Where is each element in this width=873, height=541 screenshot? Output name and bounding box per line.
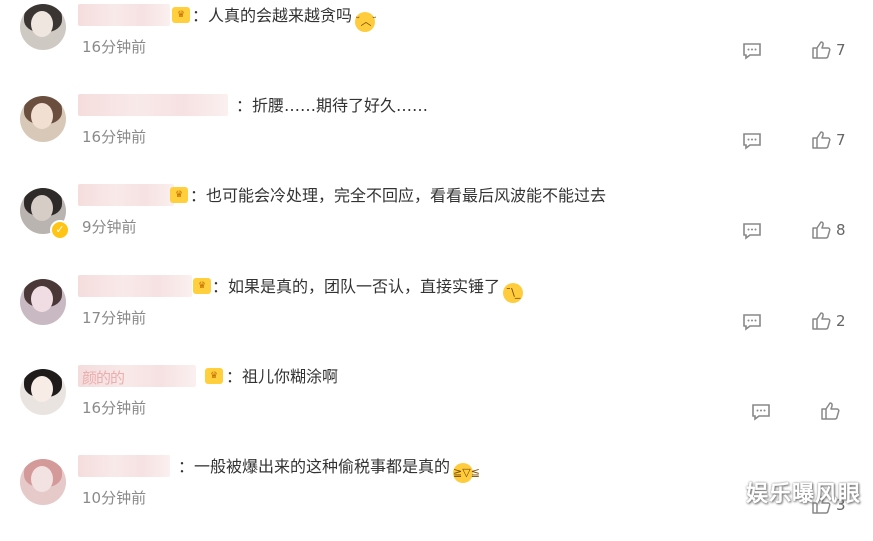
avatar[interactable]: [20, 459, 66, 505]
like-count: 7: [836, 131, 846, 149]
comment-timestamp: 9分钟前: [82, 218, 137, 236]
like-count: 2: [836, 312, 846, 330]
fan-level-badge: ♛: [193, 278, 211, 294]
username-blurred[interactable]: [78, 94, 228, 116]
comment-timestamp: 10分钟前: [82, 489, 147, 507]
comment-text: ：祖儿你糊涂啊: [226, 367, 339, 386]
comment-text: ：折腰……期待了好久……: [236, 96, 429, 115]
comment-text: ：也可能会冷处理，完全不回应，看看最后风波能不能过去: [190, 186, 607, 205]
reply-icon[interactable]: [751, 403, 771, 421]
comment-timestamp: 16分钟前: [82, 38, 147, 56]
comment-item: ♛ ：如果是真的，团队一否认，直接实锤了 ¯\_ 17分钟前 2: [0, 271, 873, 361]
username-blurred[interactable]: [78, 275, 192, 297]
comment-timestamp: 17分钟前: [82, 309, 147, 327]
comment-timestamp: 16分钟前: [82, 128, 147, 146]
comment-text: ：如果是真的，团队一否认，直接实锤了 ¯\_: [212, 277, 524, 303]
thumbs-up-icon[interactable]: [811, 311, 831, 331]
comment-item: ：一般被爆出来的这种偷税事都是真的 ≧▽≦ 10分钟前 3: [0, 451, 873, 541]
verified-badge-icon: ✓: [50, 220, 70, 240]
thumbs-up-icon[interactable]: [811, 220, 831, 240]
like-count: 8: [836, 221, 846, 239]
avatar[interactable]: [20, 369, 66, 415]
shrug-emoji-icon: ¯\_: [503, 283, 524, 303]
comment-item: ✓ ♛ ：也可能会冷处理，完全不回应，看看最后风波能不能过去 9分钟前 8: [0, 180, 873, 270]
comment-item: ♛ ：人真的会越来越贪吗 ˘︿˘ 16分钟前 7: [0, 0, 873, 90]
watermark: 娱乐曝风眼: [745, 482, 861, 507]
fan-level-badge: ♛: [172, 7, 190, 23]
username-blurred[interactable]: [78, 184, 174, 206]
fan-level-badge: ♛: [205, 368, 223, 384]
comment-item: 颜的的 ♛ ：祖儿你糊涂啊 16分钟前: [0, 361, 873, 451]
comment-timestamp: 16分钟前: [82, 399, 147, 417]
reply-icon[interactable]: [742, 222, 762, 240]
reply-icon[interactable]: [742, 132, 762, 150]
thumbs-up-icon[interactable]: [811, 40, 831, 60]
laughing-crying-emoji-icon: ≧▽≦: [453, 463, 480, 483]
avatar[interactable]: [20, 96, 66, 142]
comment-text: ：一般被爆出来的这种偷税事都是真的 ≧▽≦: [178, 457, 480, 483]
thumbs-up-icon[interactable]: [820, 401, 840, 421]
comment-item: ：折腰……期待了好久…… 16分钟前 7: [0, 90, 873, 180]
avatar[interactable]: [20, 4, 66, 50]
avatar[interactable]: [20, 279, 66, 325]
reply-icon[interactable]: [742, 313, 762, 331]
username-partial: 颜的的: [82, 369, 125, 387]
thumbs-up-icon[interactable]: [811, 130, 831, 150]
fan-level-badge: ♛: [170, 187, 188, 203]
crying-face-emoji-icon: ˘︿˘: [355, 12, 377, 32]
username-blurred[interactable]: [78, 4, 170, 26]
like-count: 7: [836, 41, 846, 59]
username-blurred[interactable]: 颜的的: [78, 365, 196, 387]
username-blurred[interactable]: [78, 455, 170, 477]
reply-icon[interactable]: [742, 42, 762, 60]
comment-text: ：人真的会越来越贪吗 ˘︿˘: [192, 6, 377, 32]
